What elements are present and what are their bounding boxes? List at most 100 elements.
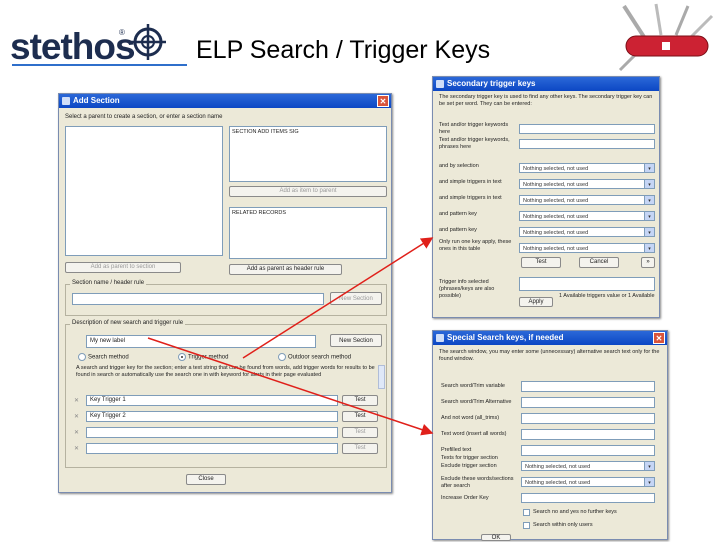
section-list-bottom[interactable]: RELATED RECORDS xyxy=(229,207,387,259)
secondary-cancel-button[interactable]: Cancel xyxy=(579,257,619,268)
row-label: and pattern key xyxy=(439,227,477,233)
dropdown-arrow-icon: ▾ xyxy=(644,212,654,220)
row-label: and by selection xyxy=(439,163,479,169)
new-section-button[interactable]: New Section xyxy=(330,334,382,347)
trigger-select-4[interactable]: Nothing selected, not used ▾ xyxy=(519,211,655,221)
close-icon[interactable]: ✕ xyxy=(377,95,389,107)
checkbox-1-label: Search no and yes no further keys xyxy=(533,509,617,515)
logo-registered-mark: ® xyxy=(119,28,125,37)
special-input-4[interactable] xyxy=(521,429,655,440)
add-section-window: Add Section ✕ Select a parent to create … xyxy=(58,93,392,493)
swiss-army-knife-icon xyxy=(618,3,714,72)
row-label: Increase Order Key xyxy=(441,495,489,501)
window-title: Secondary trigger keys xyxy=(447,79,536,88)
radio-outdoor-label: Outdoor search method xyxy=(288,354,352,361)
row-label: Search word/Trim variable xyxy=(441,383,505,389)
window-app-icon xyxy=(62,97,70,105)
section-name-group: Section name / header rule New Section xyxy=(65,280,387,316)
close-button[interactable]: Close xyxy=(186,474,226,485)
trigger-info-input[interactable] xyxy=(519,277,655,291)
special-intro-text: The search window, you may enter some (u… xyxy=(439,349,660,362)
dropdown-arrow-icon: ▾ xyxy=(644,462,654,470)
radio-outdoor-method[interactable]: Outdoor search method xyxy=(278,353,351,362)
expand-button[interactable]: » xyxy=(641,257,655,268)
trigger-text-input-1[interactable] xyxy=(519,124,655,134)
test-button-4[interactable]: Test xyxy=(342,443,378,454)
trigger-info-label: Trigger info selected (phrases/keys are … xyxy=(439,279,495,299)
new-section-disabled-button[interactable]: New Section xyxy=(330,292,382,305)
select-value: Nothing selected, not used xyxy=(523,198,589,204)
radio-trigger-label: Trigger method xyxy=(188,354,229,361)
trigger-select-2[interactable]: Nothing selected, not used ▾ xyxy=(519,179,655,189)
select-value: Nothing selected, not used xyxy=(523,166,589,172)
special-input-3[interactable] xyxy=(521,413,655,424)
row-close-icon[interactable]: ✕ xyxy=(74,413,79,420)
trigger-input-4[interactable] xyxy=(86,443,338,454)
radio-search-label: Search method xyxy=(88,354,129,361)
special-input-2[interactable] xyxy=(521,397,655,408)
section-name-label: Section name / header rule xyxy=(70,280,147,286)
trigger-input-1[interactable]: Key Trigger 1 xyxy=(86,395,338,406)
trigger-note-text: A search and trigger key for the section… xyxy=(76,365,375,378)
checkbox-2-label: Search within only users xyxy=(533,522,593,528)
row-label: and simple triggers in text xyxy=(439,195,502,201)
close-icon[interactable]: ✕ xyxy=(653,332,665,344)
add-as-item-button[interactable]: Add as item to parent xyxy=(229,186,387,197)
window-title: Add Section xyxy=(73,96,120,105)
row-label: Text and/or trigger keywords here xyxy=(439,122,509,135)
add-parent-section-button[interactable]: Add as parent to section xyxy=(65,262,181,273)
add-parent-header-button[interactable]: Add as parent as header rule xyxy=(229,264,342,275)
special-input-6[interactable] xyxy=(521,493,655,503)
apply-button[interactable]: Apply xyxy=(519,297,553,307)
row-label: Exclude trigger section xyxy=(441,463,497,469)
radio-trigger-method[interactable]: Trigger method xyxy=(178,353,228,362)
special-search-titlebar: Special Search keys, if needed ✕ xyxy=(433,331,667,345)
test-button-1[interactable]: Test xyxy=(342,395,378,406)
special-input-5[interactable] xyxy=(521,445,655,456)
trigger-select-5[interactable]: Nothing selected, not used ▾ xyxy=(519,227,655,237)
window-app-icon xyxy=(436,334,444,342)
select-value: Nothing selected, not used xyxy=(525,480,591,486)
row-close-icon[interactable]: ✕ xyxy=(74,429,79,436)
secondary-trigger-titlebar: Secondary trigger keys xyxy=(433,77,659,91)
new-label-input[interactable]: My new label xyxy=(86,335,316,348)
special-select-2[interactable]: Nothing selected, not used ▾ xyxy=(521,477,655,487)
test-button-3[interactable]: Test xyxy=(342,427,378,438)
trigger-text-input-2[interactable] xyxy=(519,139,655,149)
special-search-window: Special Search keys, if needed ✕ The sea… xyxy=(432,330,668,541)
dropdown-arrow-icon: ▾ xyxy=(644,478,654,486)
secondary-trigger-window: Secondary trigger keys The secondary tri… xyxy=(432,76,660,318)
row-close-icon[interactable]: ✕ xyxy=(74,445,79,452)
window-title: Special Search keys, if needed xyxy=(447,333,564,342)
header-divider xyxy=(12,64,187,66)
select-value: Nothing selected, not used xyxy=(525,464,591,470)
note-scrollbar[interactable] xyxy=(378,365,385,389)
trigger-select-1[interactable]: Nothing selected, not used ▾ xyxy=(519,163,655,173)
trigger-select-6[interactable]: Nothing selected, not used ▾ xyxy=(519,243,655,253)
radio-selected-icon xyxy=(178,353,186,361)
trigger-group-label: Description of new search and trigger ru… xyxy=(70,320,186,326)
select-value: Nothing selected, not used xyxy=(523,230,589,236)
radio-search-method[interactable]: Search method xyxy=(78,353,129,362)
logo-text: stethos xyxy=(10,26,136,67)
checkbox-1[interactable] xyxy=(523,509,530,516)
checkbox-2[interactable] xyxy=(523,522,530,529)
trigger-select-3[interactable]: Nothing selected, not used ▾ xyxy=(519,195,655,205)
instruction-text: Select a parent to create a section, or … xyxy=(65,114,223,120)
trigger-rule-group: Description of new search and trigger ru… xyxy=(65,320,387,468)
section-name-input[interactable] xyxy=(72,293,324,305)
row-label: Texts for trigger section xyxy=(441,455,498,461)
section-list-top[interactable]: SECTION ADD ITEMS SIG xyxy=(229,126,387,182)
row-close-icon[interactable]: ✕ xyxy=(74,397,79,404)
special-select-1[interactable]: Nothing selected, not used ▾ xyxy=(521,461,655,471)
secondary-test-button[interactable]: Test xyxy=(521,257,561,268)
trigger-input-3[interactable] xyxy=(86,427,338,438)
special-input-1[interactable] xyxy=(521,381,655,392)
trigger-input-2[interactable]: Key Trigger 2 xyxy=(86,411,338,422)
radio-icon xyxy=(78,353,86,361)
dropdown-arrow-icon: ▾ xyxy=(644,180,654,188)
radio-icon xyxy=(278,353,286,361)
parent-list[interactable] xyxy=(65,126,223,256)
row-label: Exclude these words/sections after searc… xyxy=(441,476,514,489)
test-button-2[interactable]: Test xyxy=(342,411,378,422)
